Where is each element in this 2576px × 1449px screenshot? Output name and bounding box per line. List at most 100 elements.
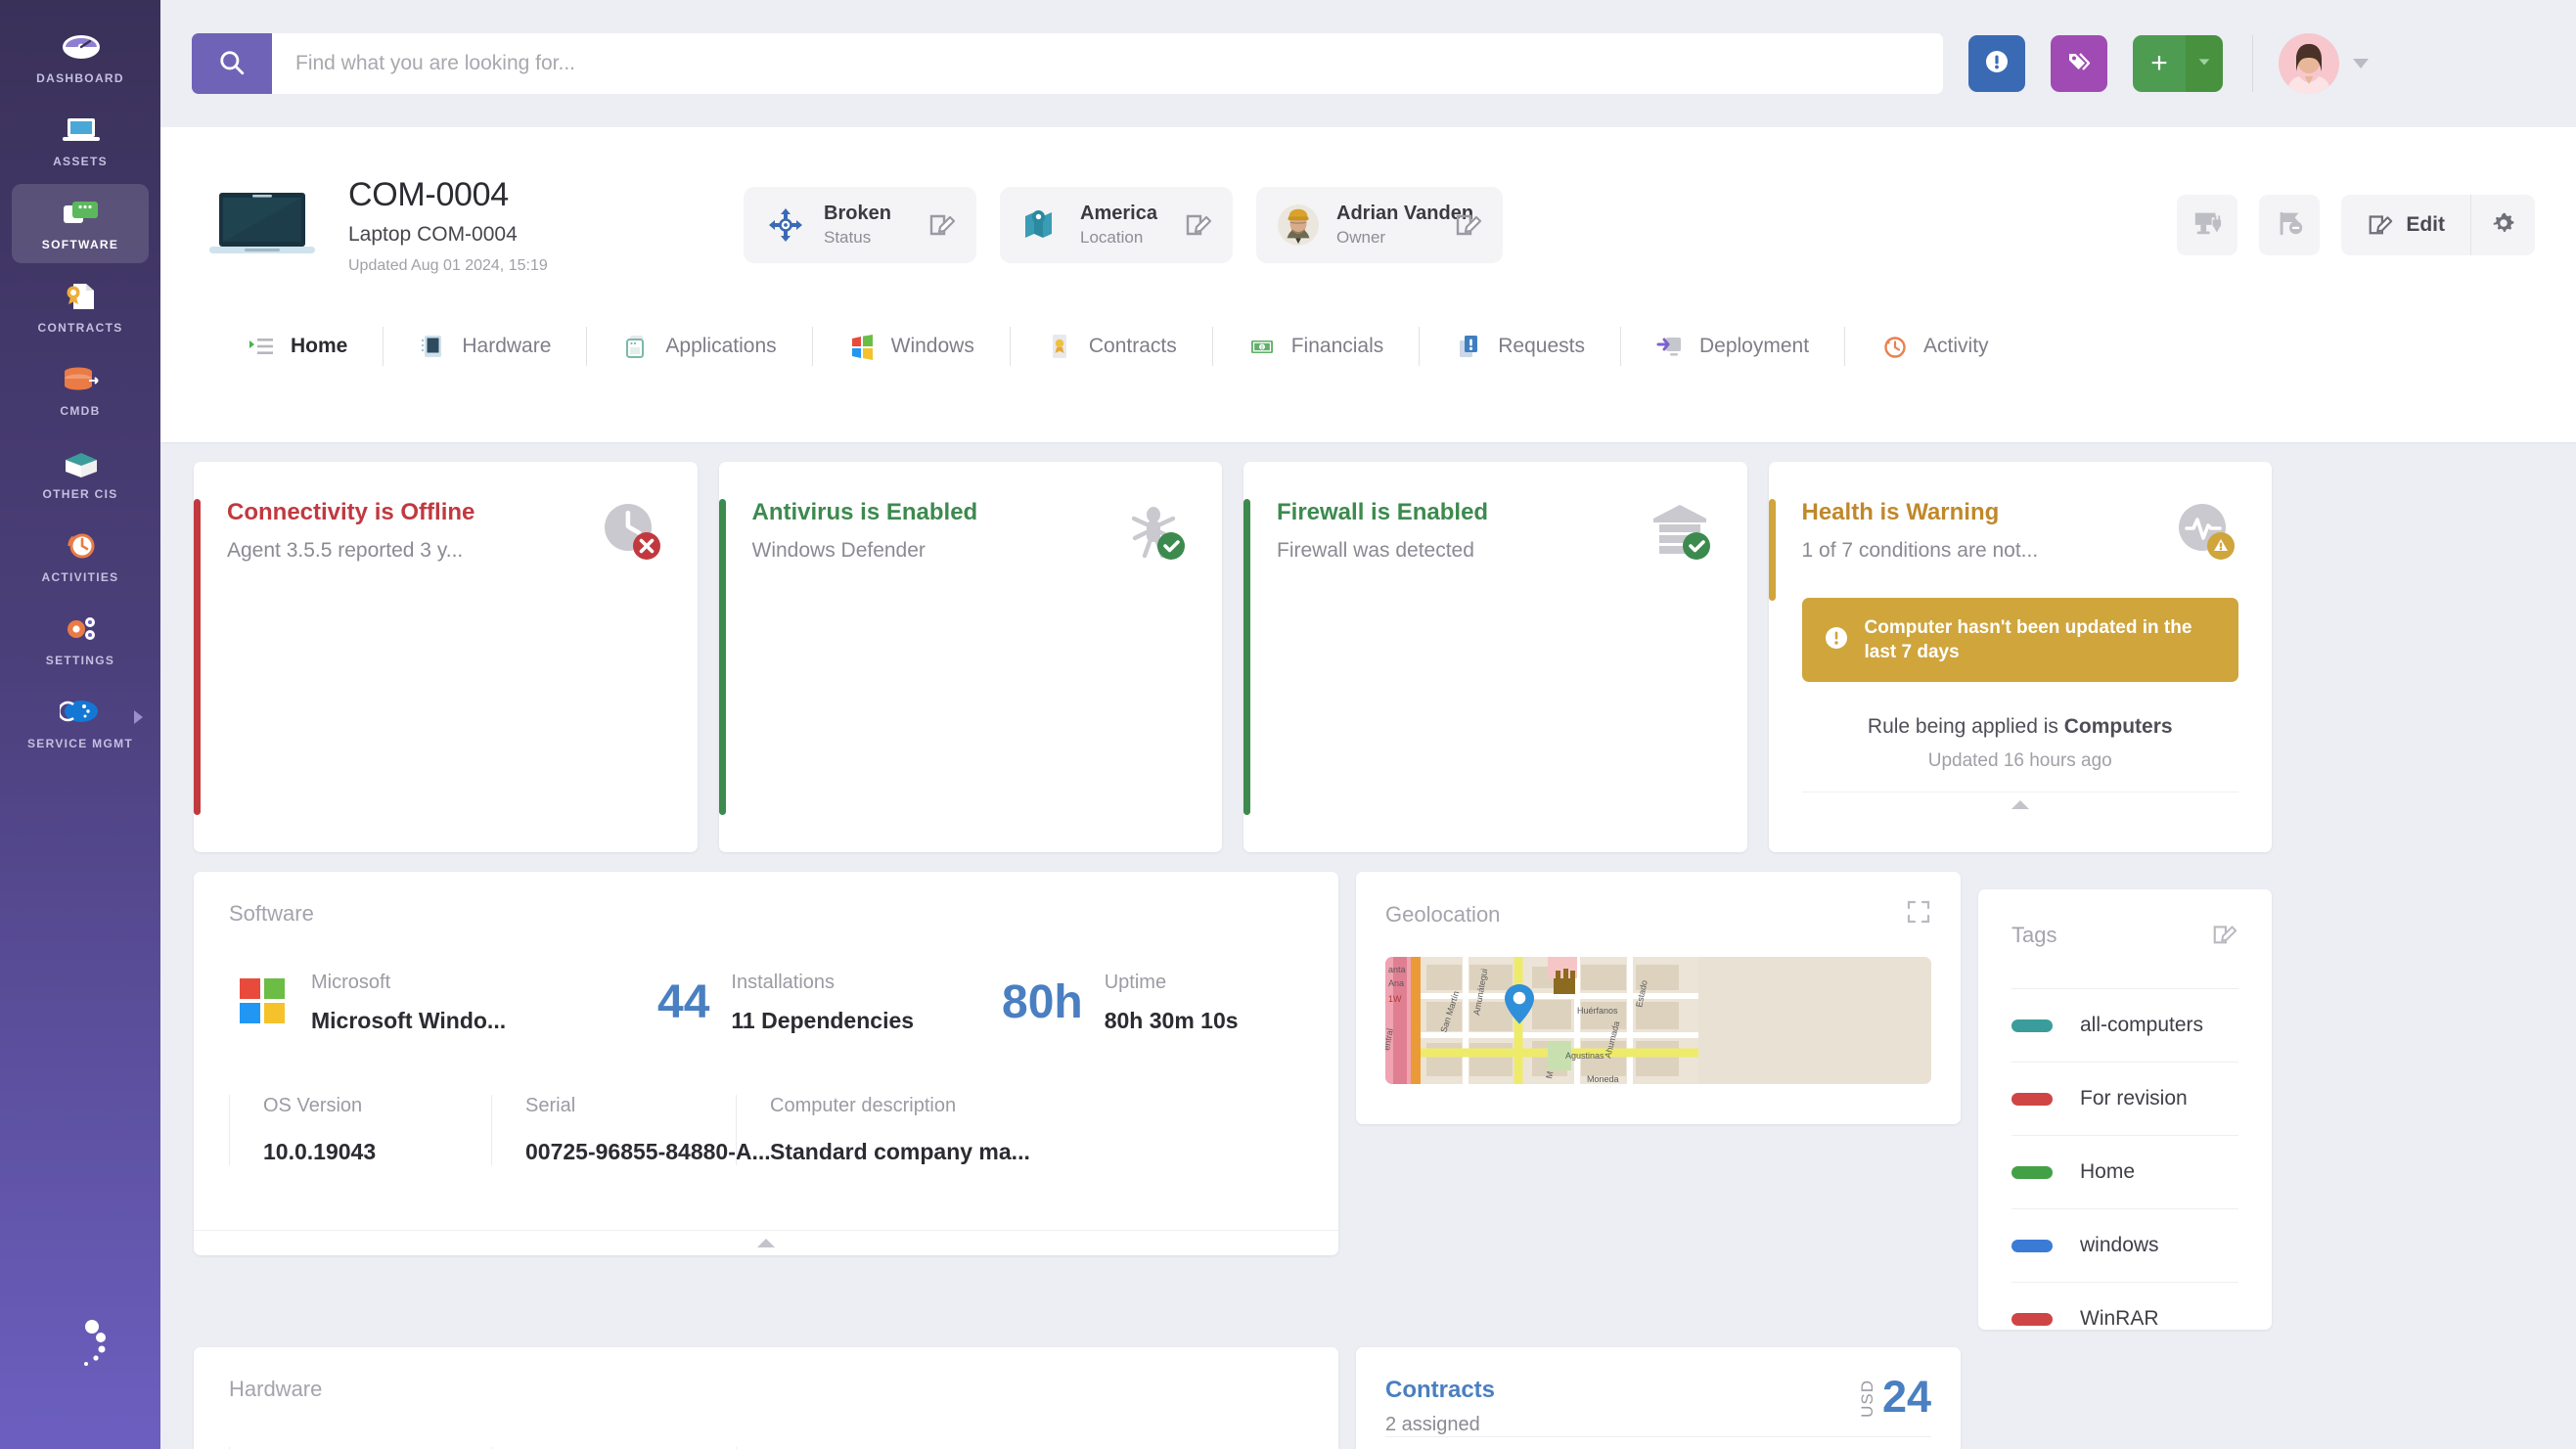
add-button-group[interactable]: + (2133, 35, 2223, 92)
add-button[interactable]: + (2133, 35, 2186, 92)
connectivity-card[interactable]: Connectivity is Offline Agent 3.5.5 repo… (194, 462, 698, 852)
software-collapse-toggle[interactable] (194, 1230, 1338, 1255)
contract-seal-icon (60, 280, 101, 313)
firewall-card[interactable]: Firewall is Enabled Firewall was detecte… (1243, 462, 1747, 852)
asset-header: COM-0004 Laptop COM-0004 Updated Aug 01 … (160, 127, 2576, 442)
tab-contracts[interactable]: Contracts (1010, 324, 1212, 369)
tab-hardware[interactable]: Hardware (383, 324, 586, 369)
edit-pencil-icon[interactable] (1184, 208, 1213, 243)
firewall-title: Firewall is Enabled (1277, 499, 1640, 526)
health-collapse-toggle[interactable] (1802, 792, 2239, 817)
settings-button[interactable] (2470, 195, 2535, 255)
antivirus-subtitle: Windows Defender (752, 539, 1115, 563)
tab-applications[interactable]: Applications (586, 324, 811, 369)
software-uptime: 80h Uptime 80h 30m 10s (1002, 972, 1239, 1034)
hardware-section-title: Hardware (229, 1377, 1303, 1402)
tab-home[interactable]: Home (211, 324, 383, 369)
tab-requests[interactable]: Requests (1419, 324, 1620, 369)
service-globe-icon (60, 696, 101, 729)
contracts-link[interactable]: Contracts (1385, 1377, 1495, 1404)
gears-icon (60, 612, 101, 646)
tab-activity[interactable]: Activity (1844, 324, 2024, 369)
sidebar-item-settings[interactable]: SETTINGS (12, 600, 149, 679)
chevron-down-icon[interactable] (2353, 59, 2369, 68)
location-card[interactable]: America Location (1000, 187, 1233, 263)
edit-pencil-icon[interactable] (2211, 919, 2238, 951)
asset-titles: COM-0004 Laptop COM-0004 Updated Aug 01 … (348, 176, 720, 275)
health-rule-prefix: Rule being applied is (1868, 715, 2064, 738)
tab-windows[interactable]: Windows (812, 324, 1010, 369)
tags-button[interactable] (2051, 35, 2107, 92)
flag-minus-button[interactable] (2259, 195, 2320, 255)
tag-item[interactable]: Home (2011, 1135, 2238, 1208)
sidebar-item-label: ACTIVITIES (41, 570, 118, 585)
tab-label: Financials (1291, 335, 1384, 358)
search-button[interactable] (192, 33, 272, 94)
amount-value: 24 (1882, 1377, 1931, 1419)
software-vendor: Microsoft Microsoft Windo... (237, 972, 657, 1034)
field-label: Computer description (770, 1095, 1030, 1117)
field-computer-description: Computer description Standard company ma… (736, 1095, 1063, 1165)
sidebar-item-activities[interactable]: ACTIVITIES (12, 517, 149, 596)
sidebar-item-assets[interactable]: ASSETS (12, 101, 149, 180)
tag-color-chip (2011, 1019, 2053, 1032)
open-box-icon (60, 446, 101, 479)
health-card[interactable]: Health is Warning 1 of 7 conditions are … (1769, 462, 2273, 852)
sidebar-item-label: CMDB (60, 404, 100, 419)
sidebar-item-service-mgmt[interactable]: SERVICE MGMT (12, 683, 149, 762)
owner-card[interactable]: Adrian Vanden Owner (1256, 187, 1503, 263)
tag-item[interactable]: all-computers (2011, 988, 2238, 1062)
field-os-version: OS Version 10.0.19043 (229, 1095, 491, 1165)
tab-label: Requests (1498, 335, 1585, 358)
status-accent-bar (1243, 499, 1250, 815)
monitor-plug-button[interactable] (2177, 195, 2237, 255)
edit-pencil-icon[interactable] (1454, 208, 1483, 243)
contract-row[interactable]: InvGate Insight Software (Stand-alone), … (1385, 1436, 1931, 1449)
status-accent-bar (1769, 499, 1776, 601)
sidebar-item-dashboard[interactable]: DASHBOARD (12, 18, 149, 97)
tab-financials[interactable]: 0 Financials (1212, 324, 1420, 369)
asset-summary-row: COM-0004 Laptop COM-0004 Updated Aug 01 … (202, 149, 2535, 301)
installations-count: 44 (657, 979, 709, 1026)
software-vendor-label: Microsoft (311, 972, 506, 994)
divider (2252, 35, 2253, 92)
sidebar-item-label: DASHBOARD (36, 71, 124, 86)
top-bar: + (160, 0, 2576, 127)
geolocation-title: Geolocation (1385, 902, 1500, 928)
gauge-icon (60, 30, 101, 64)
user-menu[interactable] (2279, 33, 2369, 94)
contracts-header: Contracts 2 assigned USD 24 (1385, 1377, 1931, 1436)
content-grid: Connectivity is Offline Agent 3.5.5 repo… (160, 442, 2576, 1449)
sidebar-item-cmdb[interactable]: CMDB (12, 350, 149, 430)
installations-label: Installations (731, 972, 914, 994)
software-fields: OS Version 10.0.19043 Serial 00725-96855… (229, 1095, 1303, 1165)
tag-item[interactable]: WinRAR (2011, 1282, 2238, 1355)
antivirus-card[interactable]: Antivirus is Enabled Windows Defender (719, 462, 1223, 852)
geolocation-header: Geolocation (1385, 899, 1931, 929)
edit-button[interactable]: Edit (2341, 195, 2470, 255)
health-updated: Updated 16 hours ago (1802, 750, 2239, 772)
alert-exclamation-icon (1824, 625, 1849, 656)
clock-history-icon (60, 529, 101, 563)
tag-item[interactable]: For revision (2011, 1062, 2238, 1135)
health-warning-text: Computer hasn't been updated in the last… (1865, 615, 2218, 664)
expand-icon[interactable] (1906, 899, 1931, 929)
edit-pencil-icon[interactable] (927, 208, 957, 243)
tab-label: Activity (1923, 335, 1989, 358)
money-icon: 0 (1247, 333, 1277, 360)
sidebar-item-software[interactable]: SOFTWARE (12, 184, 149, 263)
sidebar-item-contracts[interactable]: CONTRACTS (12, 267, 149, 346)
activity-clock-icon (1879, 333, 1909, 360)
add-dropdown-button[interactable] (2186, 35, 2223, 92)
search-input[interactable] (272, 33, 1943, 94)
software-section-title: Software (229, 901, 1303, 927)
chevron-right-icon[interactable] (134, 710, 143, 724)
tab-deployment[interactable]: Deployment (1620, 324, 1844, 369)
status-card[interactable]: Broken Status (744, 187, 976, 263)
tag-item[interactable]: windows (2011, 1208, 2238, 1282)
health-subtitle: 1 of 7 conditions are not... (1802, 539, 2165, 563)
sidebar-item-other-cis[interactable]: OTHER CIS (12, 433, 149, 513)
alerts-button[interactable] (1968, 35, 2025, 92)
applications-icon (621, 333, 651, 360)
map-preview[interactable]: antaAna 1W San Martín Amunátegui Huérfan… (1385, 957, 1931, 1084)
